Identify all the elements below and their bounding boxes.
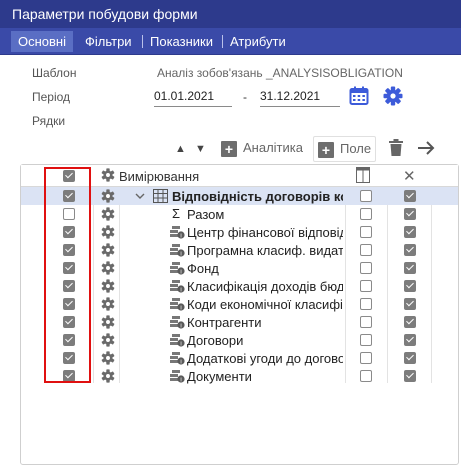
gear-icon[interactable]: [101, 351, 115, 368]
sum-icon: Σ: [172, 206, 181, 221]
template-label: Шаблон: [32, 66, 77, 80]
trash-icon[interactable]: [388, 139, 404, 160]
svg-text:i: i: [180, 341, 181, 347]
columns-icon[interactable]: [356, 167, 370, 186]
tab-main[interactable]: Основні: [11, 31, 73, 52]
row-name: Додаткові угоди до договорів: [187, 351, 343, 366]
svg-text:i: i: [180, 377, 181, 383]
row-name: Разом: [187, 207, 225, 222]
dimensions-column-header: Вимірювання: [119, 169, 200, 184]
arrow-right-icon[interactable]: [417, 139, 435, 160]
plus-icon: +: [318, 141, 334, 158]
dimension-icon: i: [169, 368, 185, 387]
row-name: Програмна класиф. видатків: [187, 243, 343, 258]
row-column-checkbox[interactable]: [360, 190, 372, 202]
gear-icon[interactable]: [101, 225, 115, 242]
row-name: Класифікація доходів бюджету: [187, 279, 343, 294]
svg-text:i: i: [180, 359, 181, 365]
row-total-checkbox[interactable]: [404, 262, 416, 274]
row-name: Контрагенти: [187, 315, 262, 330]
row-column-checkbox[interactable]: [360, 244, 372, 256]
template-value: Аналіз зобов'язань _ANALYSISOBLIGATION: [157, 66, 403, 80]
svg-text:i: i: [180, 269, 181, 275]
row-total-checkbox[interactable]: [404, 316, 416, 328]
tab-indicators[interactable]: Показники: [143, 31, 220, 52]
row-total-checkbox[interactable]: [404, 298, 416, 310]
chevron-down-icon[interactable]: [135, 189, 145, 204]
arrow-up-icon[interactable]: ▲: [175, 143, 186, 155]
row-column-checkbox[interactable]: [360, 316, 372, 328]
gear-icon[interactable]: [101, 243, 115, 260]
row-total-checkbox[interactable]: [404, 334, 416, 346]
tab-filters[interactable]: Фільтри: [78, 31, 139, 52]
add-field-button[interactable]: + Поле: [313, 136, 377, 162]
row-name: Центр фінансової відповідальн: [187, 225, 343, 240]
gear-icon[interactable]: [101, 297, 115, 314]
row-total-checkbox[interactable]: [404, 280, 416, 292]
table-icon: [153, 189, 168, 206]
row-name: Документи: [187, 369, 252, 384]
row-column-checkbox[interactable]: [360, 298, 372, 310]
calendar-icon[interactable]: [349, 86, 369, 109]
tab-attributes[interactable]: Атрибути: [223, 31, 293, 52]
row-name: Відповідність договорів коштор: [172, 189, 343, 204]
gear-icon[interactable]: [101, 207, 115, 224]
row-column-checkbox[interactable]: [360, 208, 372, 220]
gear-icon[interactable]: [101, 333, 115, 350]
row-total-checkbox[interactable]: [404, 190, 416, 202]
period-to-input[interactable]: 31.12.2021: [260, 86, 340, 107]
add-field-label: Поле: [340, 141, 372, 156]
gear-icon[interactable]: [101, 168, 115, 185]
svg-text:i: i: [180, 287, 181, 293]
row-column-checkbox[interactable]: [360, 262, 372, 274]
rows-label: Рядки: [32, 114, 66, 128]
arrow-down-icon[interactable]: ▼: [195, 143, 206, 155]
period-label: Період: [32, 90, 71, 104]
row-total-checkbox[interactable]: [404, 226, 416, 238]
settings-gear-icon[interactable]: [383, 86, 403, 109]
row-total-checkbox[interactable]: [404, 208, 416, 220]
tab-bar: Основні Фільтри Показники Атрибути: [0, 28, 461, 55]
window-title: Параметри побудови форми: [12, 6, 198, 22]
row-column-checkbox[interactable]: [360, 352, 372, 364]
row-name: Договори: [187, 333, 244, 348]
gear-icon[interactable]: [101, 261, 115, 278]
plus-icon: +: [221, 140, 237, 157]
row-total-checkbox[interactable]: [404, 352, 416, 364]
row-total-checkbox[interactable]: [404, 370, 416, 382]
close-icon[interactable]: ✕: [403, 167, 416, 185]
row-name: Фонд: [187, 261, 219, 276]
period-from-input[interactable]: 01.01.2021: [154, 86, 232, 107]
gear-icon[interactable]: [101, 315, 115, 332]
add-analytics-button[interactable]: + Аналітика: [221, 136, 303, 160]
gear-icon[interactable]: [101, 189, 115, 206]
svg-text:i: i: [180, 305, 181, 311]
gear-icon[interactable]: [101, 279, 115, 296]
svg-text:i: i: [180, 251, 181, 257]
row-name: Коди економічної класифікації: [187, 297, 343, 312]
row-column-checkbox[interactable]: [360, 226, 372, 238]
add-analytics-label: Аналітика: [243, 140, 303, 155]
highlight-frame: [44, 167, 91, 383]
svg-text:i: i: [180, 233, 181, 239]
row-column-checkbox[interactable]: [360, 280, 372, 292]
window-titlebar: Параметри побудови форми: [0, 0, 461, 28]
svg-text:i: i: [180, 323, 181, 329]
period-separator: -: [243, 90, 247, 104]
row-total-checkbox[interactable]: [404, 244, 416, 256]
row-column-checkbox[interactable]: [360, 370, 372, 382]
gear-icon[interactable]: [101, 369, 115, 386]
row-column-checkbox[interactable]: [360, 334, 372, 346]
